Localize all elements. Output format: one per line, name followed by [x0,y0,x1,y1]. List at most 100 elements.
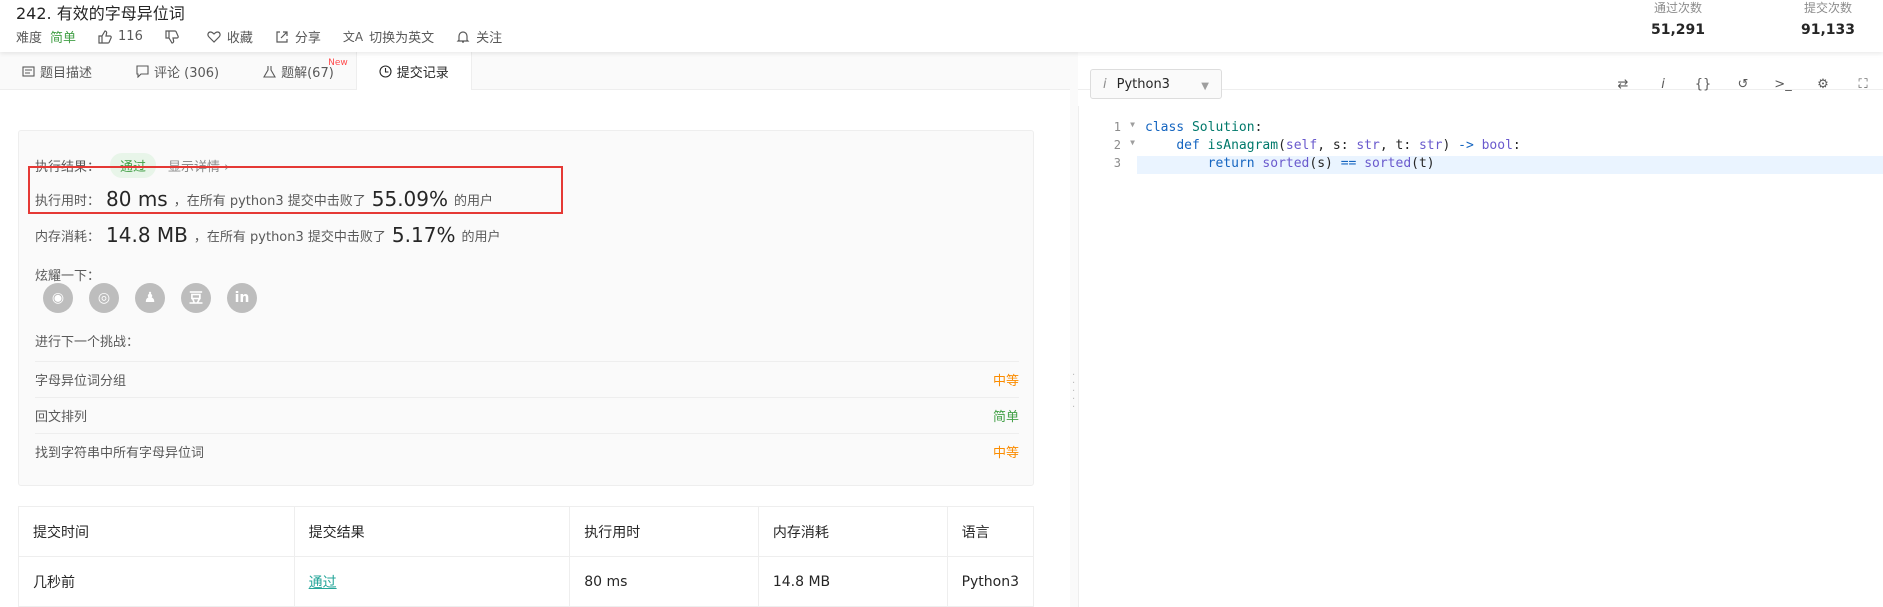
tab-submissions[interactable]: 提交记录 [355,52,472,90]
challenge-name: 字母异位词分组 [35,374,127,389]
switch-language-label: 切换为英文 [369,31,435,46]
difficulty: 难度 简单 [16,27,76,46]
dislike-button[interactable] [165,29,185,44]
next-challenge-label: 进行下一个挑战： [35,335,140,350]
social-share: ◉ ◎ ♟ 豆 in [43,283,273,313]
submitted-stat: 提交次数 91,133 [1783,0,1873,38]
code-line: def isAnagram(self, s: str, t: str) -> b… [1176,138,1521,153]
fold-icon[interactable]: ▼ [1130,138,1135,147]
terminal-icon[interactable]: >_ [1763,77,1803,92]
language-select[interactable]: i Python3 ▼ [1090,69,1222,99]
info-button-icon[interactable]: i [1643,77,1683,92]
thumbs-down-icon [165,29,179,44]
bell-icon [456,30,470,43]
highlight-box [28,166,563,214]
tab-solutions-label: 题解(67) [281,65,334,81]
line-number: 3 [1113,156,1121,170]
challenge-item[interactable]: 回文排列 简单 [35,397,1019,433]
cell-language: Python3 [947,556,1035,607]
info-icon: i [1103,76,1107,92]
language-value: Python3 [1116,76,1170,92]
line-gutter: 1 ▼ 2 ▼ 3 [1079,120,1137,174]
line-number: 1 ▼ [1113,120,1135,134]
submitted-value: 91,133 [1800,22,1856,38]
table-header-row: 提交时间 提交结果 执行用时 内存消耗 语言 [18,506,1035,557]
table-row: 几秒前 通过 80 ms 14.8 MB Python3 [18,556,1035,607]
drag-handle-icon: · · · · · [1072,370,1076,413]
follow-label: 关注 [476,31,503,46]
comment-icon [136,64,149,78]
collect-button[interactable]: 收藏 [207,27,253,46]
challenge-level: 简单 [992,410,1019,425]
fullscreen-icon[interactable]: ⛶ [1843,77,1883,92]
weibo-icon[interactable]: ◎ [89,283,119,313]
editor-tools: ⇄ i {} ↺ >_ ⚙ ⛶ [1603,69,1883,99]
tab-description[interactable]: 题目描述 [0,52,114,90]
memory-value: 14.8 MB [106,223,188,247]
problem-meta: 难度 简单 116 收藏 分享 文A 切换为英文 关注 [16,27,524,46]
difficulty-value: 简单 [50,31,77,46]
challenge-name: 找到字符串中所有字母异位词 [35,446,205,461]
memory-desc: ，在所有 python3 提交中击败了 [193,229,386,245]
col-result: 提交结果 [294,506,571,557]
braces-icon[interactable]: {} [1683,77,1723,92]
settings-icon[interactable]: ⚙ [1803,77,1843,92]
code-editor[interactable]: 1 ▼ 2 ▼ 3 class Solution: def isAnagram(se… [1078,106,1883,607]
line-number: 2 ▼ [1113,138,1135,152]
code-line: class Solution: [1145,120,1263,135]
accepted-stat: 通过次数 51,291 [1633,0,1723,38]
panel-resizer[interactable]: · · · · · [1070,52,1078,607]
code-content[interactable]: class Solution: def isAnagram(self, s: s… [1137,120,1883,174]
submitted-label: 提交次数 [1803,1,1852,15]
problem-header: 242. 有效的字母异位词 难度 简单 116 收藏 分享 文A 切换为英文 关… [0,0,1883,52]
memory-row: 内存消耗： 14.8 MB ，在所有 python3 提交中击败了 5.17% … [35,223,500,247]
switch-language-button[interactable]: 文A 切换为英文 [343,27,434,46]
tab-bar: 题目描述 评论 (306) 题解(67) New 提交记录 [0,52,1070,90]
douban-icon[interactable]: 豆 [181,283,211,313]
qq-icon[interactable]: ♟ [135,283,165,313]
code-line: return sorted(s) == sorted(t) [1137,156,1883,174]
wechat-icon[interactable]: ◉ [43,283,73,313]
share-label: 分享 [294,31,321,46]
share-button[interactable]: 分享 [275,27,321,46]
tab-comments[interactable]: 评论 (306) [114,52,241,90]
reset-icon[interactable]: ↺ [1723,77,1763,92]
cell-runtime: 80 ms [569,556,759,607]
accepted-value: 51,291 [1650,22,1706,38]
memory-percentile: 5.17% [391,223,456,247]
result-link[interactable]: 通过 [309,575,337,591]
translate-icon: 文A [342,30,364,44]
description-icon [22,65,35,77]
cell-time: 几秒前 [18,556,295,607]
difficulty-label: 难度 [16,31,43,46]
challenge-item[interactable]: 字母异位词分组 中等 [35,361,1019,397]
heart-icon [207,30,221,43]
flask-icon [263,65,277,78]
accepted-label: 通过次数 [1653,1,1702,15]
memory-label: 内存消耗： [35,229,101,245]
swap-icon[interactable]: ⇄ [1603,77,1643,92]
tab-comments-label: 评论 (306) [154,65,220,81]
challenge-level: 中等 [992,374,1019,389]
follow-button[interactable]: 关注 [456,27,502,46]
tab-solutions[interactable]: 题解(67) New [241,52,356,90]
challenge-name: 回文排列 [35,410,88,425]
like-count: 116 [118,29,143,44]
share-icon [276,30,288,43]
cell-result: 通过 [294,556,571,607]
linkedin-icon[interactable]: in [227,283,257,313]
col-time: 提交时间 [18,506,295,557]
caret-down-icon: ▼ [1201,81,1209,92]
cell-memory: 14.8 MB [758,556,948,607]
challenge-item[interactable]: 找到字符串中所有字母异位词 中等 [35,433,1019,469]
share-label: 炫耀一下： [35,269,101,284]
fold-icon[interactable]: ▼ [1130,120,1135,129]
like-button[interactable]: 116 [98,29,143,44]
tab-description-label: 题目描述 [40,65,93,81]
submissions-table: 提交时间 提交结果 执行用时 内存消耗 语言 几秒前 通过 80 ms 14.8… [18,506,1035,607]
new-badge: New [328,58,348,68]
col-runtime: 执行用时 [569,506,759,557]
tab-submissions-label: 提交记录 [396,65,449,81]
memory-tail: 的用户 [461,229,501,245]
clock-icon [379,64,392,78]
